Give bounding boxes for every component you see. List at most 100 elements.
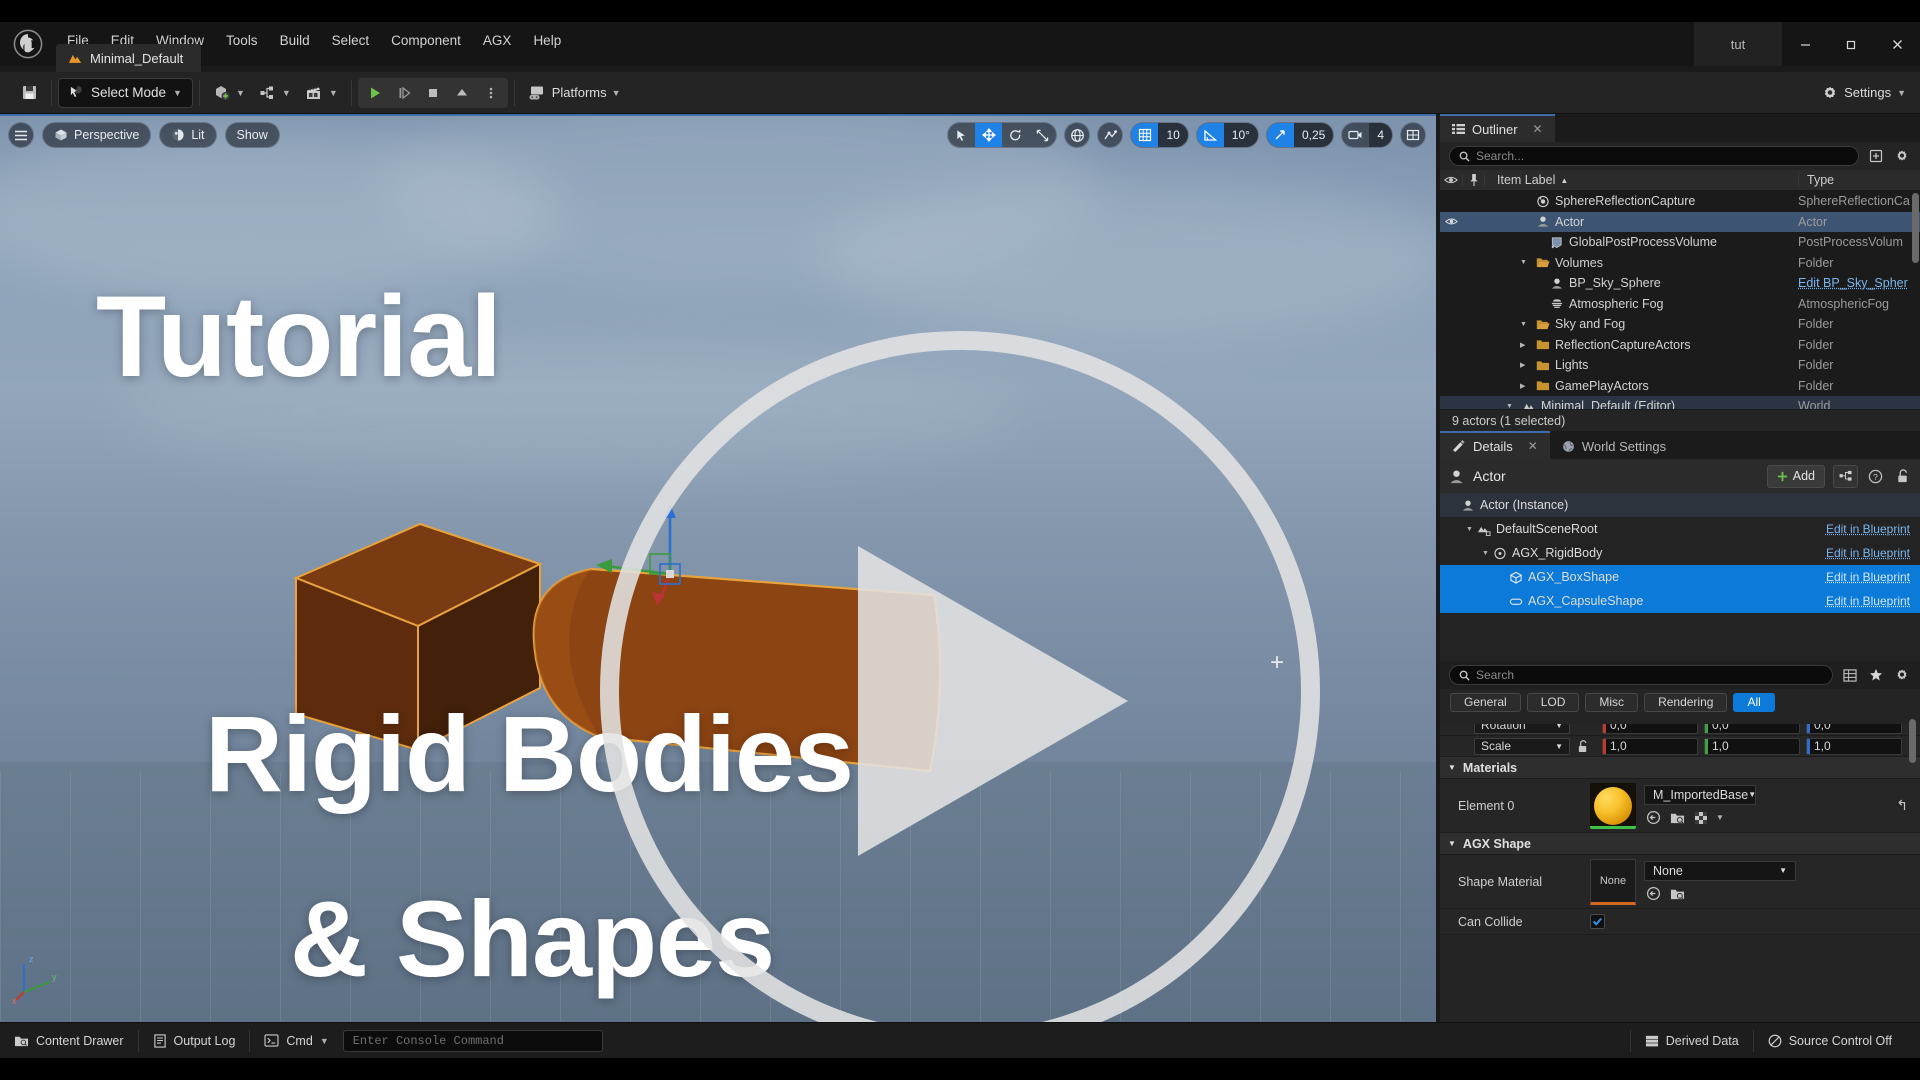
move-tool-button[interactable] [975,123,1003,147]
material-options-icon[interactable] [1692,809,1710,827]
outliner-row[interactable]: ▶Atmospheric FogAtmosphericFog [1440,294,1920,315]
favorites-star-icon[interactable] [1866,666,1885,685]
edit-in-blueprint-link[interactable]: Edit in Blueprint [1826,546,1910,560]
transform-rotation-z[interactable]: 0,0 [1806,724,1902,734]
select-tool-button[interactable] [948,123,975,147]
browse-to-asset-icon[interactable] [1644,809,1662,827]
outliner-row[interactable]: ▶SphereReflectionCaptureSphereReflection… [1440,191,1920,212]
outliner-row[interactable]: ▼ Minimal_Default (Editor) World [1440,396,1920,409]
create-actor-dropdown[interactable]: ▼ [206,78,252,108]
outliner-save-layout-icon[interactable] [1866,147,1885,166]
show-dropdown[interactable]: Show [224,122,280,148]
skip-frame-button[interactable] [390,79,418,107]
close-icon-details[interactable]: ✕ [1528,439,1538,453]
outliner-row-type[interactable]: Edit BP_Sky_Spher [1798,276,1920,290]
select-mode-dropdown[interactable]: Select Mode ▼ [58,77,193,108]
video-play-overlay[interactable] [600,331,1320,1022]
row-visibility-icon[interactable] [1440,217,1462,226]
menu-component[interactable]: Component [380,28,472,53]
viewport-layout-button[interactable] [1400,122,1426,148]
scale-snap-value[interactable]: 0,25 [1293,123,1334,147]
level-tab[interactable]: Minimal_Default [56,44,202,72]
add-component-button[interactable]: Add [1766,464,1825,488]
outliner-row[interactable]: ▶ Lights Folder [1440,355,1920,376]
tab-outliner[interactable]: Outliner ✕ [1440,114,1555,142]
minimize-button[interactable] [1782,22,1828,66]
outliner-tree[interactable]: ▶SphereReflectionCaptureSphereReflection… [1440,191,1920,409]
level-viewport[interactable]: Perspective Lit Show 10 10° 0,25 4 + Tut… [0,114,1436,1022]
component-tree[interactable]: ▶Actor (Instance) ▼ DefaultSceneRoot Edit i… [1440,493,1920,613]
console-command-input[interactable]: Enter Console Command [342,1029,603,1052]
viewport-menu-button[interactable] [8,122,34,148]
eject-button[interactable] [448,79,476,107]
source-control-button[interactable]: Source Control Off [1754,1028,1906,1054]
find-shape-in-content-browser-icon[interactable] [1668,885,1686,903]
tab-world-settings[interactable]: World Settings [1549,431,1679,459]
outliner-row[interactable]: ▶ ReflectionCaptureActors Folder [1440,335,1920,356]
outliner-row[interactable]: ▼ Volumes Folder [1440,253,1920,274]
scale-snap-toggle[interactable] [1266,123,1294,147]
rotate-tool-button[interactable] [1002,123,1029,147]
shape-material-thumbnail[interactable]: None [1590,858,1636,905]
outliner-row-expander[interactable]: ▶ [1520,361,1531,369]
close-button[interactable] [1874,22,1920,66]
transform-scale-x[interactable]: 1,0 [1602,737,1698,755]
maximize-button[interactable] [1828,22,1874,66]
column-pin-icon[interactable] [1462,174,1484,186]
scale-tool-button[interactable] [1029,123,1056,147]
transform-mode-dropdown[interactable]: Scale ▼ [1474,737,1570,755]
column-visibility-icon[interactable] [1440,175,1462,185]
material-reset-icon[interactable]: ↰ [1896,797,1908,814]
component-row-expander[interactable]: ▼ [1482,550,1493,557]
derived-data-button[interactable]: Derived Data [1631,1028,1753,1054]
angle-snap-value[interactable]: 10° [1223,123,1258,147]
outliner-row[interactable]: ▶ GamePlayActors Folder [1440,376,1920,397]
menu-agx[interactable]: AGX [472,28,523,53]
view-mode-dropdown[interactable]: Lit [159,122,217,148]
browse-to-shape-asset-icon[interactable] [1644,885,1662,903]
shape-material-combo[interactable]: None ▼ [1644,860,1796,881]
output-log-button[interactable]: Output Log [139,1028,250,1054]
edit-in-blueprint-link[interactable]: Edit in Blueprint [1826,570,1910,584]
details-layout-icon[interactable] [1840,666,1859,685]
world-coords-button[interactable] [1064,122,1091,148]
details-filter-general[interactable]: General [1450,692,1521,712]
camera-speed-icon[interactable] [1342,123,1369,147]
details-filter-lod[interactable]: LOD [1526,692,1580,712]
outliner-search-input[interactable]: Search... [1449,146,1859,166]
transform-scale-y[interactable]: 1,0 [1704,737,1800,755]
camera-speed-value[interactable]: 4 [1369,123,1392,147]
expander-materials[interactable]: ▼ [1448,763,1456,772]
outliner-row-expander[interactable]: ▼ [1520,321,1531,328]
edit-in-blueprint-link[interactable]: Edit in Blueprint [1826,522,1910,536]
details-scrollbar[interactable] [1909,719,1916,763]
angle-snap-toggle[interactable] [1196,123,1224,147]
close-icon-outliner[interactable]: ✕ [1533,122,1543,136]
menu-tools[interactable]: Tools [215,28,269,53]
unreal-logo-icon[interactable] [0,22,56,66]
material-thumbnail[interactable] [1590,782,1636,829]
help-icon[interactable]: ? [1866,467,1885,486]
transform-rotation-y[interactable]: 0,0 [1704,724,1800,734]
column-type-label[interactable]: Type [1798,173,1920,187]
cmd-dropdown[interactable]: Cmd ▼ [250,1028,342,1054]
transform-lock-slot[interactable] [1570,739,1596,753]
materials-category-header[interactable]: ▼ Materials [1440,757,1920,779]
cinematics-dropdown[interactable]: ▼ [298,78,345,108]
details-filter-misc[interactable]: Misc [1585,692,1639,712]
outliner-row[interactable]: ▶GlobalPostProcessVolumePostProcessVolum [1440,232,1920,253]
agx-shape-category-header[interactable]: ▼ AGX Shape [1440,833,1920,855]
settings-dropdown[interactable]: Settings ▼ [1822,85,1906,101]
outliner-row[interactable]: ▶BP_Sky_SphereEdit BP_Sky_Spher [1440,273,1920,294]
outliner-row[interactable]: ▼ Sky and Fog Folder [1440,314,1920,335]
outliner-row-expander[interactable]: ▼ [1520,259,1531,266]
outliner-row-expander[interactable]: ▶ [1520,382,1531,390]
content-drawer-button[interactable]: Content Drawer [0,1028,138,1054]
component-row[interactable]: ▶Actor (Instance) [1440,493,1920,517]
menu-select[interactable]: Select [321,28,381,53]
details-settings-icon[interactable] [1892,666,1911,685]
can-collide-checkbox[interactable] [1590,914,1605,929]
stop-button[interactable] [419,79,447,107]
outliner-row-expander[interactable]: ▶ [1520,341,1531,349]
blueprint-view-button[interactable] [1833,464,1858,488]
